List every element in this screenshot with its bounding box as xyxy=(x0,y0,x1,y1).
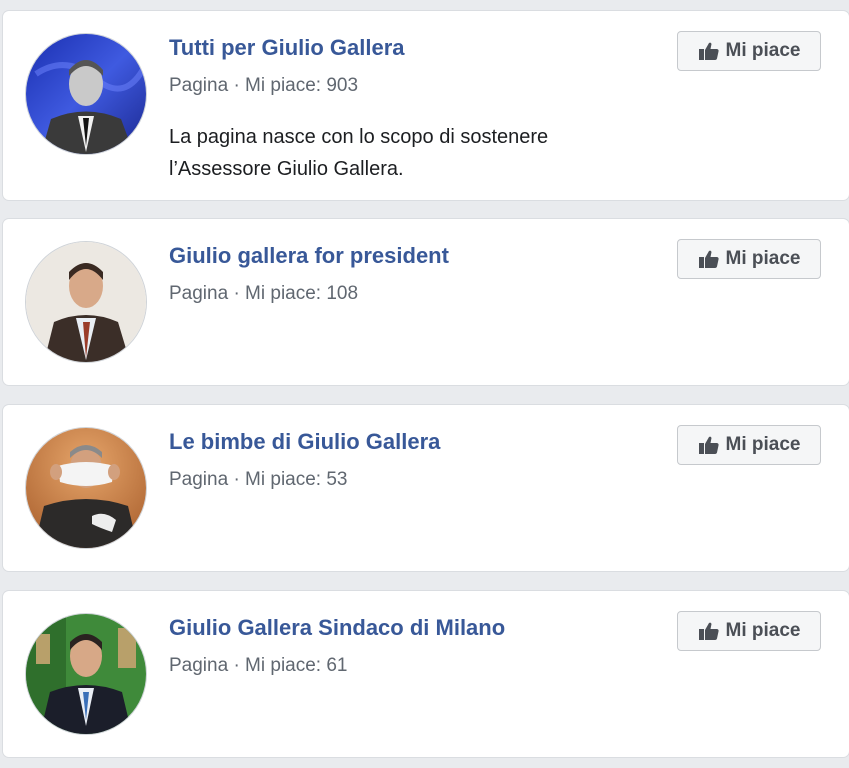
thumbs-up-icon xyxy=(698,435,720,455)
like-page-button[interactable]: Mi piace xyxy=(677,425,821,465)
page-title-link[interactable]: Giulio gallera for president xyxy=(169,243,449,269)
page-title-link[interactable]: Giulio Gallera Sindaco di Milano xyxy=(169,615,505,641)
person-photo xyxy=(26,428,146,548)
page-title-link[interactable]: Tutti per Giulio Gallera xyxy=(169,35,405,61)
thumbs-up-icon xyxy=(698,249,720,269)
like-button-label: Mi piace xyxy=(725,248,801,269)
page-meta: Pagina · Mi piace: 53 xyxy=(169,469,348,490)
page-meta: Pagina · Mi piace: 903 xyxy=(169,75,359,96)
page-meta: Pagina · Mi piace: 61 xyxy=(169,655,348,676)
page-avatar[interactable] xyxy=(25,613,147,735)
thumbs-up-icon xyxy=(698,41,720,61)
like-page-button[interactable]: Mi piace xyxy=(677,31,821,71)
page-description: La pagina nasce con lo scopo di sostener… xyxy=(169,121,639,185)
page-meta: Pagina · Mi piace: 108 xyxy=(169,283,359,304)
like-button-label: Mi piace xyxy=(725,434,801,455)
like-button-label: Mi piace xyxy=(725,40,801,61)
person-photo xyxy=(26,34,146,154)
page-description-line: l’Assessore Giulio Gallera. xyxy=(169,158,404,180)
page-avatar[interactable] xyxy=(25,241,147,363)
page-result-card: Le bimbe di Giulio Gallera Pagina · Mi p… xyxy=(3,405,849,571)
like-button-label: Mi piace xyxy=(725,620,801,641)
person-photo xyxy=(26,242,146,362)
thumbs-up-icon xyxy=(698,621,720,641)
page-title-link[interactable]: Le bimbe di Giulio Gallera xyxy=(169,429,440,455)
like-page-button[interactable]: Mi piace xyxy=(677,239,821,279)
page-result-card: Giulio gallera for president Pagina · Mi… xyxy=(3,219,849,385)
page-avatar[interactable] xyxy=(25,427,147,549)
page-result-card: Giulio Gallera Sindaco di Milano Pagina … xyxy=(3,591,849,757)
person-photo xyxy=(26,614,146,734)
like-page-button[interactable]: Mi piace xyxy=(677,611,821,651)
page-description-line: La pagina nasce con lo scopo di sostener… xyxy=(169,126,549,148)
page-avatar[interactable] xyxy=(25,33,147,155)
page-result-card: Tutti per Giulio Gallera Pagina · Mi pia… xyxy=(3,11,849,200)
